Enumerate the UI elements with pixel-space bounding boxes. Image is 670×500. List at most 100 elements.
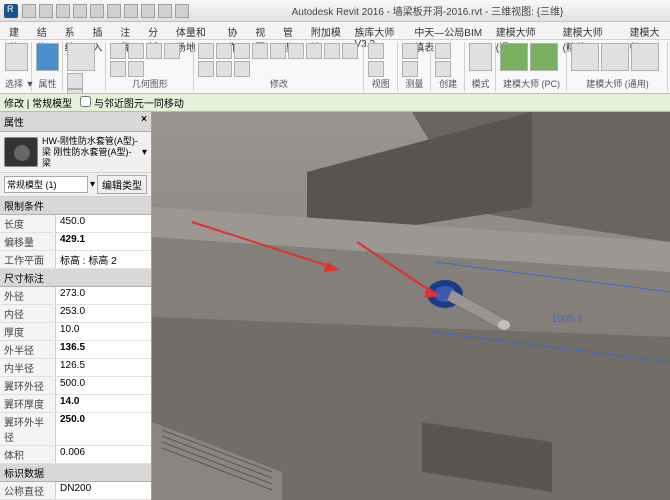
tab-sys[interactable]: 系统 [60, 22, 86, 39]
prop-row[interactable]: 内半径126.5 [0, 359, 151, 377]
tab-manage[interactable]: 管理 [278, 22, 304, 39]
prop-value[interactable]: 450.0 [56, 215, 151, 232]
prop-value[interactable]: 标高 : 标高 2 [56, 251, 151, 268]
mod-icon[interactable] [234, 43, 250, 59]
tab-arch[interactable]: 建筑 [4, 22, 30, 39]
gen-icon[interactable] [601, 43, 629, 71]
mod-icon[interactable] [198, 61, 214, 77]
clip-icon[interactable] [67, 73, 83, 89]
prop-row[interactable]: 外半径136.5 [0, 341, 151, 359]
mod-icon[interactable] [252, 43, 268, 59]
qat-icon[interactable] [90, 4, 104, 18]
prop-value[interactable]: 429.1 [56, 233, 151, 250]
measure-icon[interactable] [402, 43, 418, 59]
prop-group-header[interactable]: 尺寸标注 [0, 269, 151, 287]
prop-value[interactable]: 500.0 [56, 377, 151, 394]
gen-icon[interactable] [571, 43, 599, 71]
prop-row[interactable]: 内径253.0 [0, 305, 151, 323]
close-icon[interactable]: × [141, 114, 147, 129]
prop-value[interactable]: DN200 [56, 482, 151, 499]
mod-icon[interactable] [198, 43, 214, 59]
optbar-checkbox-label[interactable]: 与邻近图元一同移动 [80, 95, 184, 110]
qat-icon[interactable] [39, 4, 53, 18]
editfam-icon[interactable] [469, 43, 492, 71]
property-list[interactable]: 限制条件长度450.0偏移量429.1工作平面标高 : 标高 2尺寸标注外径27… [0, 197, 151, 500]
prop-row[interactable]: 工作平面标高 : 标高 2 [0, 251, 151, 269]
chevron-down-icon[interactable]: ▾ [142, 147, 147, 158]
tab-view[interactable]: 视图 [250, 22, 276, 39]
prop-value[interactable]: 0.006 [56, 446, 151, 463]
pc-icon[interactable] [500, 43, 528, 71]
prop-value[interactable]: 14.0 [56, 395, 151, 412]
tab-master2[interactable]: 建模大师 (精装) [558, 22, 623, 39]
tab-annot[interactable]: 注释 [115, 22, 141, 39]
prop-value[interactable]: 250.0 [56, 413, 151, 445]
qat-icon[interactable] [107, 4, 121, 18]
qat-icon[interactable] [124, 4, 138, 18]
view-icon[interactable] [368, 43, 384, 59]
qat-icon[interactable] [175, 4, 189, 18]
geom-icon[interactable] [110, 61, 126, 77]
tab-bim[interactable]: 中天—公局BIM填表 [409, 22, 488, 39]
props-icon[interactable] [36, 43, 59, 71]
tab-master3[interactable]: 建模大师 [624, 22, 666, 39]
prop-row[interactable]: 翼环厚度14.0 [0, 395, 151, 413]
geom-icon[interactable] [128, 61, 144, 77]
tab-struct[interactable]: 结构 [32, 22, 58, 39]
tab-addin[interactable]: 附加模块 [306, 22, 348, 39]
prop-value[interactable]: 136.5 [56, 341, 151, 358]
gen-icon[interactable] [631, 43, 659, 71]
qat-icon[interactable] [73, 4, 87, 18]
prop-row[interactable]: 厚度10.0 [0, 323, 151, 341]
qat-icon[interactable] [158, 4, 172, 18]
tab-mass[interactable]: 体量和场地 [171, 22, 221, 39]
tab-master1[interactable]: 建模大师 (通用) [491, 22, 556, 39]
qat-icon[interactable] [56, 4, 70, 18]
prop-group-header[interactable]: 标识数据 [0, 464, 151, 482]
prop-key: 公称直径 [0, 482, 56, 499]
mod-icon[interactable] [342, 43, 358, 59]
measure-icon[interactable] [402, 61, 418, 77]
edit-type-button[interactable]: 编辑类型 [97, 175, 147, 194]
mod-icon[interactable] [306, 43, 322, 59]
prop-value[interactable]: 273.0 [56, 287, 151, 304]
geom-icon[interactable] [110, 43, 126, 59]
qat-icon[interactable] [22, 4, 36, 18]
mod-icon[interactable] [216, 43, 232, 59]
geom-icon[interactable] [164, 43, 180, 59]
prop-row[interactable]: 外径273.0 [0, 287, 151, 305]
prop-row[interactable]: 翼环外半径250.0 [0, 413, 151, 446]
prop-group-header[interactable]: 限制条件 [0, 197, 151, 215]
paste-icon[interactable] [67, 43, 95, 71]
mod-icon[interactable] [288, 43, 304, 59]
tab-analyze[interactable]: 分析 [143, 22, 169, 39]
prop-row[interactable]: 翼环外径500.0 [0, 377, 151, 395]
chevron-down-icon[interactable]: ▾ [90, 179, 95, 190]
3d-viewport[interactable]: 1005.2 [152, 112, 670, 500]
qat-icon[interactable] [141, 4, 155, 18]
tab-famlib[interactable]: 族库大师V3.3 [349, 22, 407, 39]
prop-value[interactable]: 253.0 [56, 305, 151, 322]
move-with-nearby-checkbox[interactable] [80, 96, 91, 107]
mod-icon[interactable] [216, 61, 232, 77]
type-selector[interactable]: HW-刚性防水套管(A型)-梁 刚性防水套管(A型)-梁 ▾ [0, 132, 151, 173]
tab-insert[interactable]: 插入 [87, 22, 113, 39]
instance-selector[interactable]: 常规模型 (1) [4, 176, 88, 193]
modify-icon[interactable] [5, 43, 28, 71]
create-icon[interactable] [435, 61, 451, 77]
view-icon[interactable] [368, 61, 384, 77]
prop-row[interactable]: 公称直径DN200 [0, 482, 151, 500]
tab-collab[interactable]: 协作 [222, 22, 248, 39]
geom-icon[interactable] [128, 43, 144, 59]
prop-row[interactable]: 偏移量429.1 [0, 233, 151, 251]
mod-icon[interactable] [234, 61, 250, 77]
mod-icon[interactable] [324, 43, 340, 59]
pc-icon[interactable] [530, 43, 558, 71]
prop-value[interactable]: 126.5 [56, 359, 151, 376]
prop-value[interactable]: 10.0 [56, 323, 151, 340]
mod-icon[interactable] [270, 43, 286, 59]
prop-row[interactable]: 长度450.0 [0, 215, 151, 233]
geom-icon[interactable] [146, 43, 162, 59]
create-icon[interactable] [435, 43, 451, 59]
prop-row[interactable]: 体积0.006 [0, 446, 151, 464]
